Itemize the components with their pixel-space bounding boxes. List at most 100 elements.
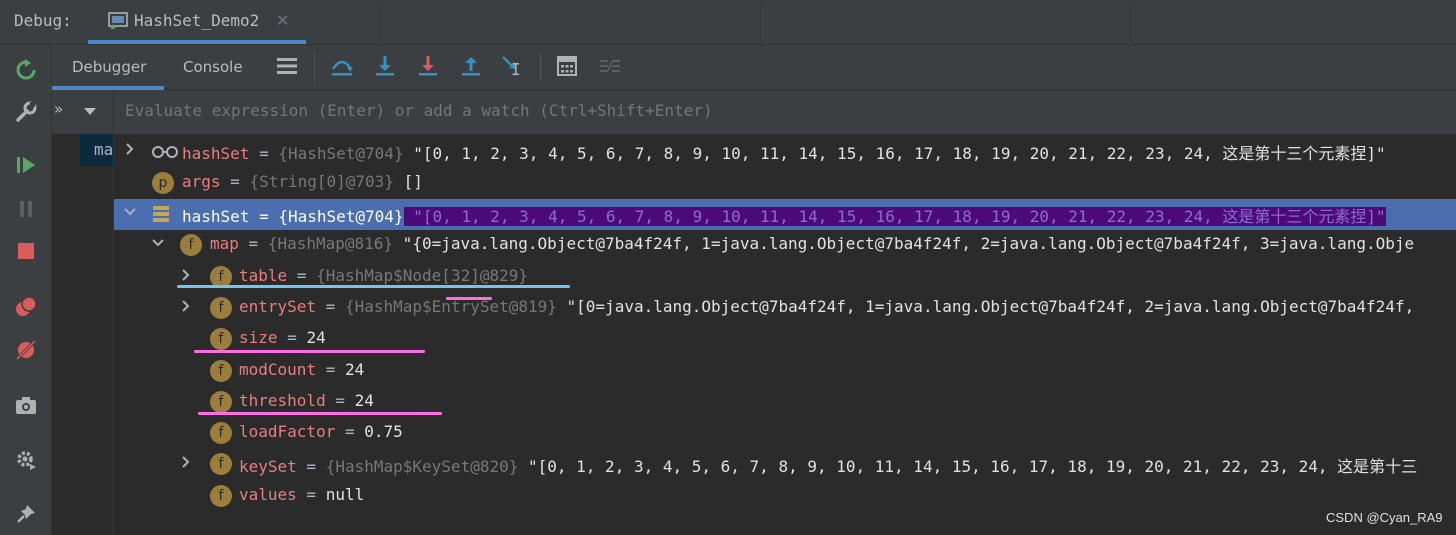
session-tab-label: HashSet_Demo2	[134, 11, 260, 30]
variable-name: table	[239, 266, 288, 285]
variable-row-hashSet[interactable]: hashSet = {HashSet@704} "[0, 1, 2, 3, 4,…	[114, 199, 1456, 230]
variable-name: loadFactor	[239, 422, 336, 441]
force-step-into-icon[interactable]	[415, 53, 441, 79]
variable-row-entrySet[interactable]: f entrySet = {HashMap$EntrySet@819} "[0=j…	[114, 293, 1456, 324]
expand-chevron-icon[interactable]	[122, 141, 138, 157]
settings-gear-icon[interactable]	[13, 447, 39, 473]
equals-sign: =	[249, 207, 279, 226]
variable-name: keySet	[239, 457, 297, 476]
field-icon: f	[210, 453, 232, 475]
collapse-chevron-icon[interactable]	[150, 235, 166, 251]
variable-text: values = null	[239, 485, 364, 504]
variable-name: modCount	[239, 360, 317, 379]
variable-value: "[0=java.lang.Object@7ba4f24f, 1=java.la…	[556, 297, 1415, 316]
variable-text: hashSet = {HashSet@704} "[0, 1, 2, 3, 4,…	[182, 140, 1386, 164]
variable-row-values[interactable]: f values = null	[114, 481, 1456, 512]
field-icon: f	[210, 422, 232, 444]
expand-chevron-icon[interactable]	[178, 298, 194, 314]
variable-name: entrySet	[239, 297, 317, 316]
expand-chevron-icon[interactable]	[178, 454, 194, 470]
frames-header: »	[52, 90, 113, 134]
variables-tree: hashSet = {HashSet@704} "[0, 1, 2, 3, 4,…	[114, 135, 1456, 535]
wrench-icon[interactable]	[13, 99, 39, 125]
object-reference: {HashSet@704}	[278, 207, 404, 226]
close-tab-icon[interactable]: ✕	[276, 11, 289, 30]
variable-text: args = {String[0]@703} []	[182, 172, 423, 191]
variable-row-args[interactable]: p args = {String[0]@703} []	[114, 168, 1456, 199]
variable-row-loadFactor[interactable]: f loadFactor = 0.75	[114, 418, 1456, 449]
frame-label: ma	[94, 140, 114, 159]
equals-sign: =	[220, 172, 250, 191]
variable-name: size	[239, 328, 278, 347]
frames-dropdown-icon[interactable]	[84, 108, 96, 115]
pin-icon[interactable]	[13, 501, 39, 527]
view-breakpoints-icon[interactable]	[13, 294, 39, 320]
field-icon: f	[210, 328, 232, 350]
titlebar-divider	[1130, 4, 1131, 42]
camera-icon[interactable]	[13, 392, 39, 418]
active-tab-underline	[88, 40, 306, 44]
equals-sign: =	[316, 297, 345, 316]
resume-program-icon[interactable]	[13, 152, 39, 178]
parameter-icon: p	[152, 172, 174, 194]
variable-name: values	[239, 485, 297, 504]
step-into-icon[interactable]	[372, 53, 398, 79]
variable-name: map	[210, 234, 239, 253]
step-over-icon[interactable]	[329, 53, 355, 79]
session-tab-hashset-demo2[interactable]: HashSet_Demo2 ✕	[88, 0, 306, 44]
variable-value: "[0, 1, 2, 3, 4, 5, 6, 7, 8, 9, 10, 11, …	[403, 207, 1386, 226]
variable-text: size = 24	[239, 328, 326, 347]
pause-program-icon[interactable]	[13, 196, 39, 222]
run-config-icon	[108, 12, 128, 29]
variable-text: threshold = 24	[239, 391, 374, 410]
toolbar-separator	[540, 53, 541, 81]
field-icon: f	[210, 297, 232, 319]
tab-console[interactable]: Console	[183, 58, 243, 76]
variable-value: 0.75	[364, 422, 403, 441]
debug-label: Debug:	[14, 11, 72, 30]
equals-sign: =	[277, 328, 307, 347]
object-reference: {HashSet@704}	[278, 144, 404, 163]
step-out-icon[interactable]	[458, 53, 484, 79]
variable-row-table[interactable]: f table = {HashMap$Node[32]@829}	[114, 262, 1456, 293]
field-icon: f	[210, 391, 232, 413]
variable-value: null	[325, 485, 365, 504]
mute-breakpoints-icon[interactable]	[13, 337, 39, 363]
variable-value: []	[393, 172, 423, 191]
variable-row-map[interactable]: f map = {HashMap@816} "{0=java.lang.Objec…	[114, 230, 1456, 261]
variable-row-hashSet[interactable]: hashSet = {HashSet@704} "[0, 1, 2, 3, 4,…	[114, 136, 1456, 167]
object-reference: {String[0]@703}	[249, 172, 394, 191]
threshold-annotation-underline	[198, 412, 442, 415]
evaluate-expression-input[interactable]	[125, 101, 1025, 120]
variable-row-keySet[interactable]: f keySet = {HashMap$KeySet@820} "[0, 1, 2…	[114, 449, 1456, 480]
more-frames-chevron-icon[interactable]: »	[54, 100, 63, 118]
tab-debugger[interactable]: Debugger	[72, 58, 146, 76]
variable-name: hashSet	[182, 144, 250, 163]
collapse-chevron-icon[interactable]	[122, 204, 138, 220]
variable-text: entrySet = {HashMap$EntrySet@819} "[0=ja…	[239, 297, 1414, 316]
variable-row-modCount[interactable]: f modCount = 24	[114, 356, 1456, 387]
variable-value: "{0=java.lang.Object@7ba4f24f, 1=java.la…	[393, 234, 1415, 253]
variable-text: loadFactor = 0.75	[239, 422, 403, 441]
run-to-cursor-icon[interactable]	[500, 53, 526, 79]
layout-menu-icon[interactable]	[274, 53, 300, 79]
variable-name: hashSet	[182, 207, 250, 226]
variable-value: 24	[354, 391, 374, 410]
trace-current-stream-icon[interactable]	[597, 53, 623, 79]
titlebar-divider	[380, 4, 381, 42]
equals-sign: =	[296, 457, 326, 476]
evaluate-expression-icon[interactable]	[554, 53, 580, 79]
stop-icon[interactable]	[13, 238, 39, 264]
variable-text: hashSet = {HashSet@704} "[0, 1, 2, 3, 4,…	[182, 203, 1386, 227]
equals-sign: =	[296, 485, 326, 504]
toolbar-separator	[314, 53, 315, 81]
debug-title-bar: Debug: HashSet_Demo2 ✕	[0, 0, 1456, 45]
field-icon: f	[210, 360, 232, 382]
capacity-annotation-underline	[446, 297, 492, 300]
expand-chevron-icon[interactable]	[178, 267, 194, 283]
frame-row-main[interactable]: ma	[80, 134, 113, 166]
equals-sign: =	[238, 234, 268, 253]
evaluate-expression-bar	[114, 90, 1456, 135]
equals-sign: =	[249, 144, 279, 163]
rerun-icon[interactable]	[13, 57, 39, 83]
